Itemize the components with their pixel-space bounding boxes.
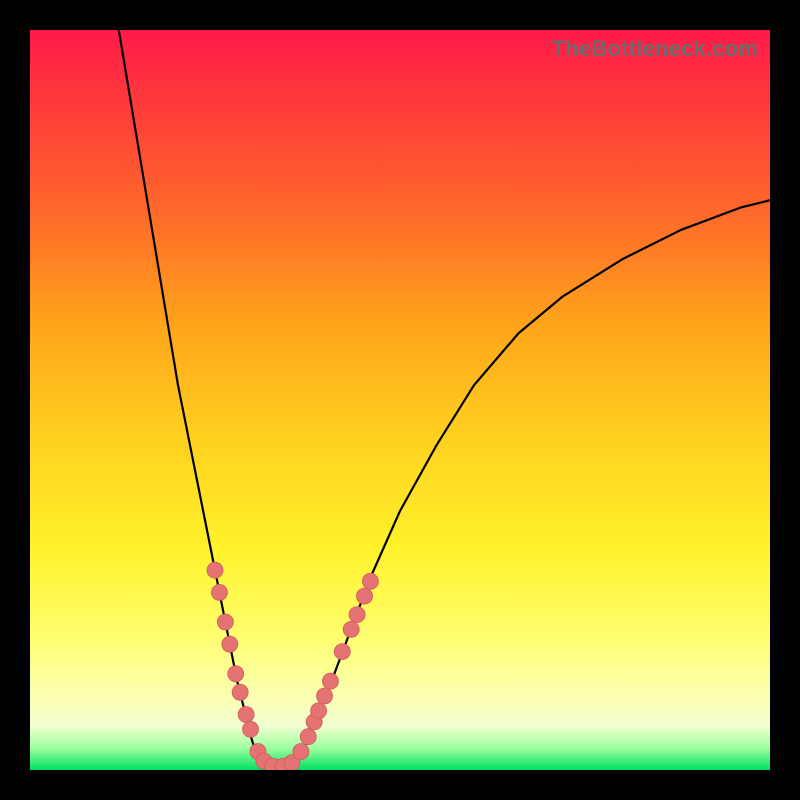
data-point (322, 673, 338, 689)
data-point (300, 729, 316, 745)
chart-svg (30, 30, 770, 770)
data-point (232, 684, 248, 700)
data-point (362, 573, 378, 589)
data-point (343, 621, 359, 637)
data-point (238, 707, 254, 723)
bottleneck-curve (119, 30, 770, 768)
data-point (243, 721, 259, 737)
marker-group (207, 562, 378, 770)
data-point (349, 607, 365, 623)
data-point (228, 666, 244, 682)
data-point (222, 636, 238, 652)
data-point (356, 588, 372, 604)
plot-area: TheBottleneck.com (30, 30, 770, 770)
data-point (217, 614, 233, 630)
data-point (317, 688, 333, 704)
data-point (293, 744, 309, 760)
data-point (211, 584, 227, 600)
data-point (311, 703, 327, 719)
data-point (334, 644, 350, 660)
data-point (207, 562, 223, 578)
curve-group (119, 30, 770, 768)
chart-stage: TheBottleneck.com (0, 0, 800, 800)
